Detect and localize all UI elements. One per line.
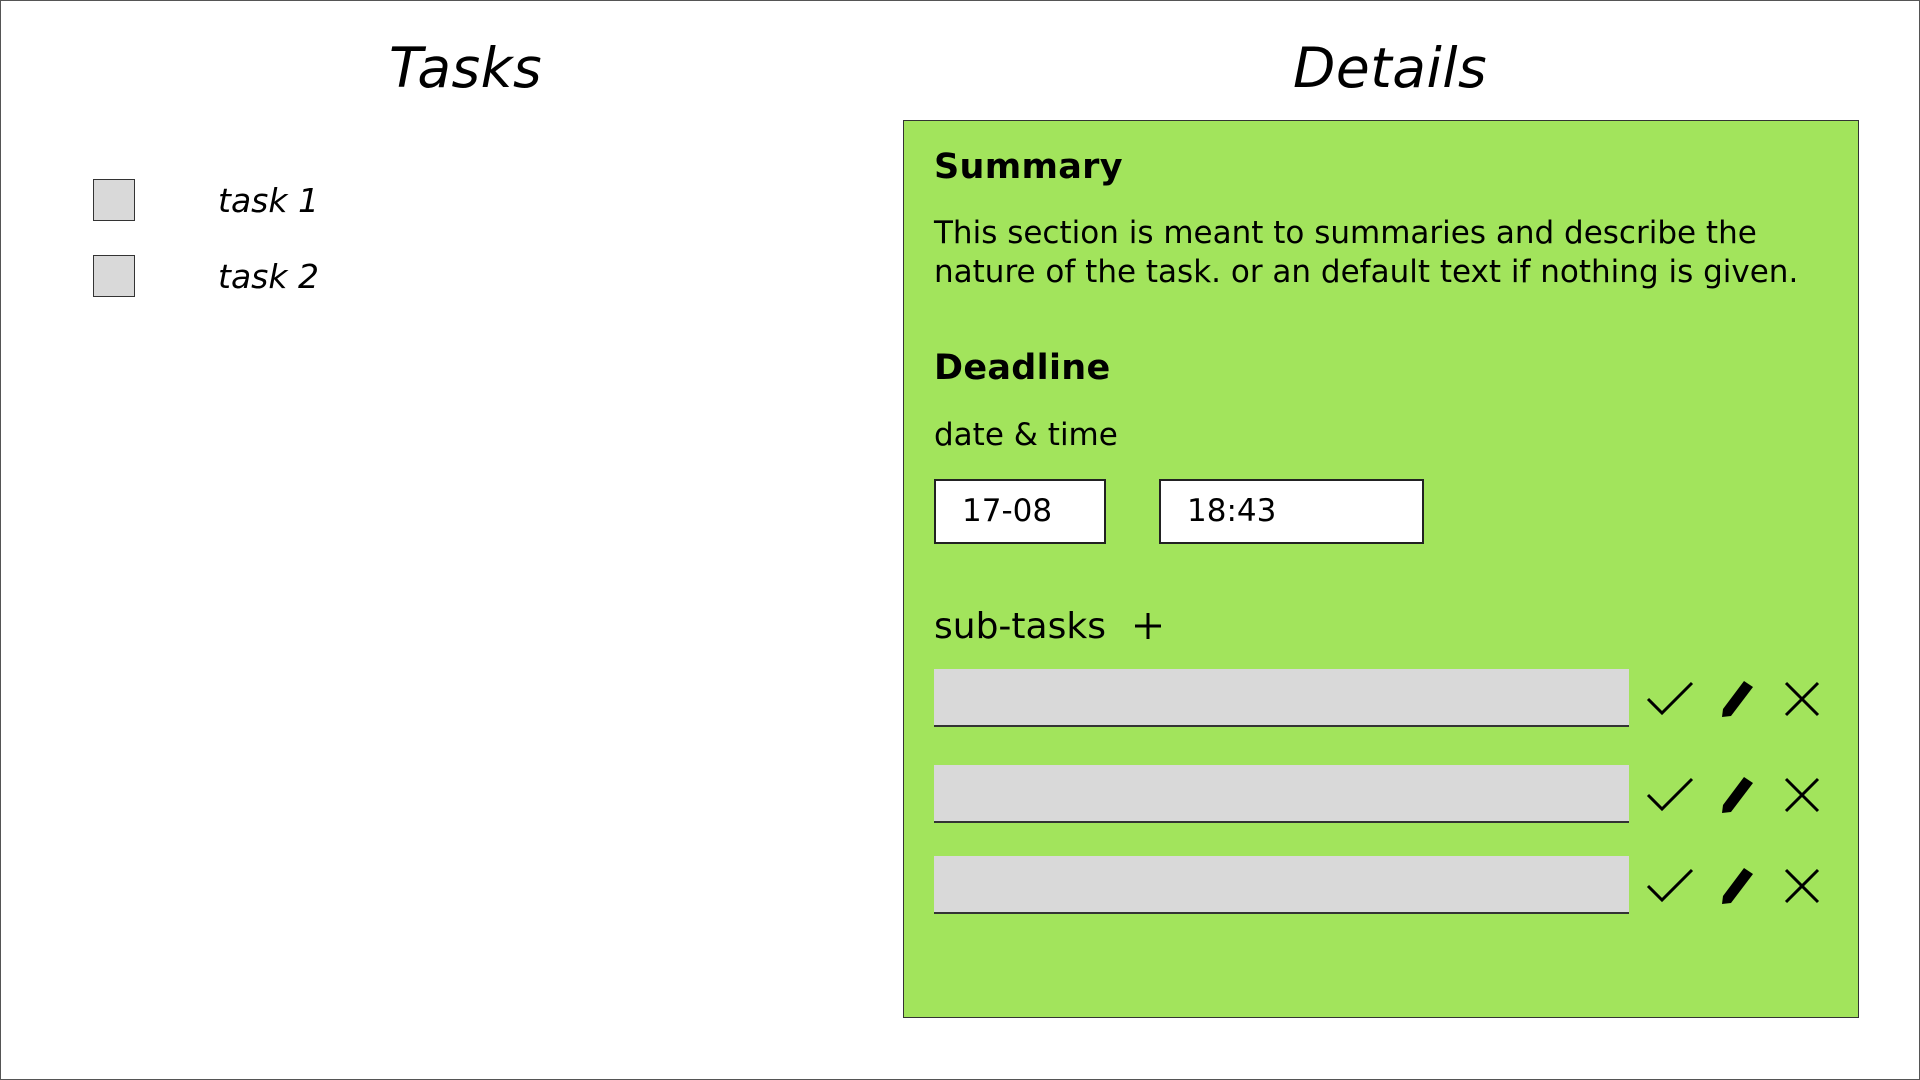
details-panel: Summary This section is meant to summari… [903,120,1859,1018]
edit-subtask-button[interactable] [1714,771,1762,819]
complete-subtask-button[interactable] [1646,862,1694,910]
task-item[interactable]: task 1 [93,177,319,223]
details-heading: Details [1293,36,1488,100]
close-icon [1784,681,1820,717]
task-item[interactable]: task 2 [93,253,319,299]
pencil-icon [1722,868,1753,904]
check-icon [1646,868,1694,903]
time-field[interactable]: 18:43 [1159,479,1424,544]
edit-subtask-button[interactable] [1714,675,1762,723]
summary-title: Summary [934,147,1123,187]
subtask-row [934,856,1834,914]
check-icon [1646,777,1694,812]
subtask-input[interactable] [934,856,1629,914]
complete-subtask-button[interactable] [1646,771,1694,819]
add-subtask-button[interactable] [1128,606,1168,646]
summary-text: This section is meant to summaries and d… [934,215,1799,290]
task-label[interactable]: task 1 [218,181,319,220]
task-label[interactable]: task 2 [218,257,319,296]
tasks-heading: Tasks [389,36,543,100]
subtask-input[interactable] [934,669,1629,727]
deadline-title: Deadline [934,348,1111,388]
subtask-row [934,669,1834,727]
plus-icon [1134,613,1161,639]
pencil-icon [1722,777,1753,813]
close-icon [1784,777,1820,813]
check-icon [1646,681,1694,716]
edit-subtask-button[interactable] [1714,862,1762,910]
subtasks-label: sub-tasks [934,605,1106,647]
subtasks-header: sub-tasks [934,601,1168,651]
date-field[interactable]: 17-08 [934,479,1106,544]
pencil-icon [1722,681,1753,717]
task-checkbox[interactable] [93,255,135,297]
task-checkbox[interactable] [93,179,135,221]
complete-subtask-button[interactable] [1646,675,1694,723]
delete-subtask-button[interactable] [1778,771,1826,819]
close-icon [1784,868,1820,904]
date-time-label: date & time [934,417,1118,453]
delete-subtask-button[interactable] [1778,862,1826,910]
app-window: Tasks Details task 1 task 2 Summary This… [0,0,1920,1080]
subtask-input[interactable] [934,765,1629,823]
delete-subtask-button[interactable] [1778,675,1826,723]
subtask-row [934,765,1834,823]
